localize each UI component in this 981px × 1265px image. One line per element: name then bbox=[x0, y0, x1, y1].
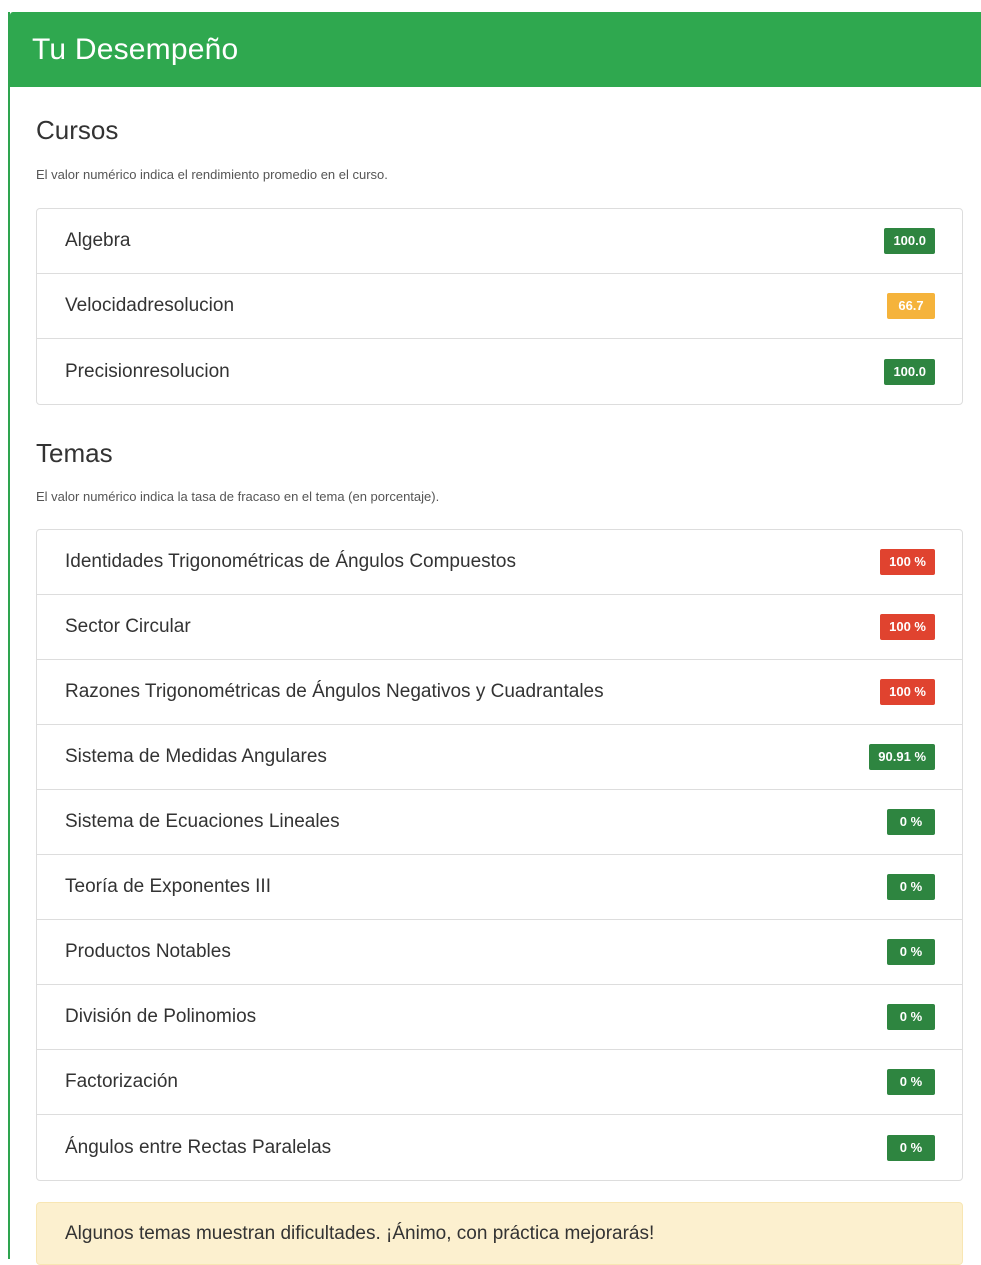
tema-item-label: Ángulos entre Rectas Paralelas bbox=[65, 1136, 332, 1158]
tema-list-item: Ángulos entre Rectas Paralelas 0 % bbox=[37, 1115, 962, 1180]
tema-item-label: Factorización bbox=[65, 1071, 178, 1092]
tema-item-label: Razones Trigonométricas de Ángulos Negat… bbox=[65, 681, 604, 702]
temas-heading: Temas bbox=[36, 438, 113, 468]
value-badge: 0 % bbox=[887, 1069, 935, 1095]
value-badge: 0 % bbox=[887, 809, 935, 835]
tema-list-item: Sistema de Medidas Angulares 90.91 % bbox=[37, 725, 962, 790]
panel-body: Cursos El valor numérico indica el rendi… bbox=[10, 115, 981, 1265]
tema-item-label: Identidades Trigonométricas de Ángulos C… bbox=[65, 551, 516, 572]
page-title: Tu Desempeño bbox=[32, 32, 239, 66]
value-badge: 0 % bbox=[887, 1134, 935, 1161]
value-badge: 100.0 bbox=[884, 358, 935, 385]
value-badge: 0 % bbox=[887, 1004, 935, 1030]
tema-item-label: Sector Circular bbox=[65, 616, 191, 637]
curso-item-label: Precisionresolucion bbox=[65, 360, 230, 382]
value-badge: 0 % bbox=[887, 874, 935, 900]
temas-list: Identidades Trigonométricas de Ángulos C… bbox=[36, 529, 963, 1181]
curso-item-label: Velocidadresolucion bbox=[65, 295, 235, 316]
tema-item-label: Sistema de Ecuaciones Lineales bbox=[65, 811, 340, 832]
cursos-list: Algebra 100.0 Velocidadresolucion 66.7 Preci… bbox=[36, 208, 963, 405]
tema-list-item: Teoría de Exponentes III 0 % bbox=[37, 855, 962, 920]
tema-list-item: Productos Notables 0 % bbox=[37, 920, 962, 985]
value-badge: 0 % bbox=[887, 939, 935, 965]
tema-list-item: Sector Circular 100 % bbox=[37, 595, 962, 660]
alert-text: Algunos temas muestran dificultades. ¡Án… bbox=[65, 1222, 655, 1244]
cursos-description: El valor numérico indica el rendimiento … bbox=[36, 167, 388, 182]
tema-item-label: Sistema de Medidas Angulares bbox=[65, 746, 327, 767]
curso-list-item: Precisionresolucion 100.0 bbox=[37, 339, 962, 404]
tema-list-item: Sistema de Ecuaciones Lineales 0 % bbox=[37, 790, 962, 855]
tema-list-item: División de Polinomios 0 % bbox=[37, 985, 962, 1050]
panel-header: Tu Desempeño bbox=[10, 12, 981, 87]
tema-list-item: Factorización 0 % bbox=[37, 1050, 962, 1115]
performance-panel: Tu Desempeño Cursos El valor numérico in… bbox=[8, 12, 981, 1265]
value-badge: 100.0 bbox=[884, 228, 935, 254]
value-badge: 100 % bbox=[880, 614, 935, 640]
tema-item-label: División de Polinomios bbox=[65, 1006, 257, 1027]
value-badge: 100 % bbox=[880, 549, 935, 575]
tema-item-label: Teoría de Exponentes III bbox=[65, 876, 271, 897]
encouragement-alert: Algunos temas muestran dificultades. ¡Án… bbox=[36, 1202, 963, 1265]
tema-item-label: Productos Notables bbox=[65, 941, 231, 962]
temas-description: El valor numérico indica la tasa de frac… bbox=[36, 489, 440, 504]
cursos-heading: Cursos bbox=[36, 115, 119, 145]
value-badge: 66.7 bbox=[887, 293, 935, 319]
tema-list-item: Identidades Trigonométricas de Ángulos C… bbox=[37, 530, 962, 595]
curso-list-item: Algebra 100.0 bbox=[37, 209, 962, 274]
tema-list-item: Razones Trigonométricas de Ángulos Negat… bbox=[37, 660, 962, 725]
curso-item-label: Algebra bbox=[65, 230, 131, 251]
value-badge: 90.91 % bbox=[869, 744, 935, 770]
value-badge: 100 % bbox=[880, 679, 935, 705]
curso-list-item: Velocidadresolucion 66.7 bbox=[37, 274, 962, 339]
